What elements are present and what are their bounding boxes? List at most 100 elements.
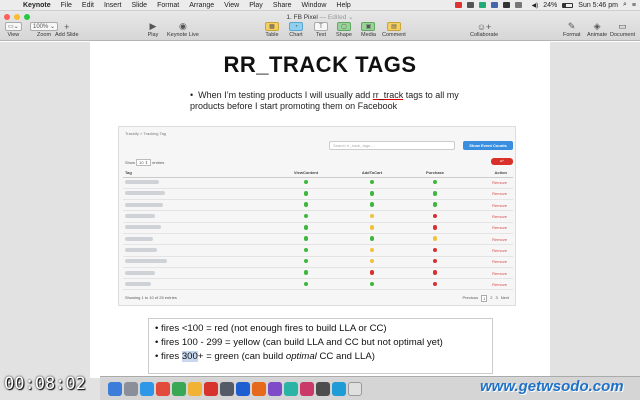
breadcrumb: Trackify > Tracking Tag <box>125 131 167 136</box>
notes-icon[interactable] <box>188 381 202 396</box>
comment-button[interactable]: ▤ Comment <box>382 22 406 38</box>
battery-icon[interactable] <box>562 2 574 8</box>
status-app-icon[interactable] <box>454 2 462 8</box>
zoom-button[interactable]: 100% ⌄ Zoom <box>30 22 59 38</box>
search-icon[interactable]: ⌕ <box>623 1 627 9</box>
text-button[interactable]: T Text <box>314 22 328 38</box>
document-button[interactable]: ▭ Document <box>610 21 635 38</box>
remove-link: Remove <box>465 278 513 291</box>
collaborate-button[interactable]: ☺+ Collaborate <box>470 22 498 39</box>
slide[interactable]: RR_TRACK TAGS • When I’m testing product… <box>90 42 550 378</box>
table-row: Remove <box>123 256 513 268</box>
launchpad-icon[interactable] <box>124 381 138 396</box>
embedded-screenshot[interactable]: Trackify > Tracking Tag Search rr_track_… <box>118 126 516 306</box>
tag-cell <box>123 222 273 234</box>
tag-cell <box>123 244 273 257</box>
menu-window[interactable]: Window <box>297 2 332 9</box>
menu-help[interactable]: Help <box>331 2 355 9</box>
slide-title[interactable]: RR_TRACK TAGS <box>90 52 550 78</box>
slide-bullet[interactable]: • When I’m testing products I will usual… <box>190 90 470 112</box>
table-button[interactable]: ▦ Table <box>265 22 279 38</box>
status-app-icon[interactable] <box>466 2 474 8</box>
col-purchase: Purchase <box>405 169 465 178</box>
finder-icon[interactable] <box>108 381 122 396</box>
chart-button[interactable]: ◔ Chart <box>289 22 303 38</box>
tag-cell <box>123 199 273 212</box>
menu-clock[interactable]: Sun 5:46 pm <box>578 2 618 9</box>
purchase-status-cell <box>405 210 465 223</box>
messages-icon[interactable] <box>172 381 186 396</box>
col-viewcontent: ViewContent <box>273 169 339 178</box>
chrome-icon[interactable] <box>156 381 170 396</box>
app-icon[interactable] <box>316 381 330 396</box>
app-icon[interactable] <box>268 381 282 396</box>
menu-play[interactable]: Play <box>244 2 268 9</box>
animate-button[interactable]: ◈ Animate <box>587 21 608 38</box>
menu-insert[interactable]: Insert <box>99 2 127 9</box>
text-icon: T <box>314 22 328 31</box>
table-row: Remove <box>123 278 513 291</box>
pager-page-1: 1 <box>481 295 488 302</box>
menu-arrange[interactable]: Arrange <box>184 2 219 9</box>
edited-indicator[interactable]: — Edited ⌄ <box>320 14 354 21</box>
chart-label: Chart <box>289 32 303 38</box>
media-button[interactable]: ▣ Media <box>361 22 376 38</box>
viewcontent-status-dot <box>303 191 309 196</box>
volume-icon[interactable]: ◀) <box>532 2 539 9</box>
photos-icon[interactable] <box>220 381 234 396</box>
purchase-status-dot <box>432 179 438 185</box>
status-app-icon[interactable] <box>478 2 486 8</box>
menu-file[interactable]: File <box>56 2 77 9</box>
calendar-icon[interactable] <box>204 381 218 396</box>
menu-view[interactable]: View <box>219 2 244 9</box>
animate-label: Animate <box>587 32 608 38</box>
keynote-icon[interactable] <box>236 381 250 396</box>
menu-share[interactable]: Share <box>268 2 297 9</box>
app-icon[interactable] <box>252 381 266 396</box>
purchase-status-cell <box>405 244 465 257</box>
rule-green-italic: optimal <box>285 351 317 362</box>
view-button[interactable]: ▭⌄ View <box>5 22 22 38</box>
list-icon[interactable]: ≡ <box>632 2 636 9</box>
status-app-icon[interactable] <box>514 2 522 8</box>
rule-red: • fires <100 = red (not enough fires to … <box>155 323 387 334</box>
page-size-control: Show 10 ⇕ entries <box>125 159 164 166</box>
status-app-icon[interactable] <box>490 2 498 8</box>
viewcontent-status-dot <box>303 179 309 185</box>
app-icon[interactable] <box>332 381 346 396</box>
app-icon[interactable] <box>300 381 314 396</box>
addtocart-status-cell <box>339 267 405 280</box>
play-button[interactable]: ▶ Play <box>146 21 160 38</box>
purchase-status-cell <box>405 177 465 189</box>
viewcontent-status-cell <box>273 278 339 291</box>
add-slide-button[interactable]: + Add Slide <box>55 22 79 39</box>
document-name[interactable]: 1. FB Pixel <box>286 14 317 21</box>
remove-link: Remove <box>465 177 513 189</box>
remove-link: Remove <box>465 256 513 268</box>
viewcontent-status-cell <box>273 256 339 268</box>
menu-slide[interactable]: Slide <box>126 2 152 9</box>
menu-edit[interactable]: Edit <box>77 2 99 9</box>
slide-canvas[interactable]: RR_TRACK TAGS • When I’m testing product… <box>0 42 640 400</box>
rules-textbox[interactable]: • fires <100 = red (not enough fires to … <box>148 318 493 374</box>
animate-icon: ◈ <box>593 21 601 31</box>
app-icon[interactable] <box>284 381 298 396</box>
blurred-tag-name <box>125 214 155 219</box>
purchase-status-cell <box>405 222 465 234</box>
viewcontent-status-dot <box>303 225 309 230</box>
shape-button[interactable]: ▢ Shape <box>336 22 352 38</box>
remove-link: Remove <box>465 188 513 201</box>
format-button[interactable]: ✎ Format <box>563 21 580 38</box>
trash-icon[interactable] <box>348 381 362 396</box>
menu-app[interactable]: Keynote <box>18 2 56 9</box>
blurred-tag-name <box>125 270 155 275</box>
addtocart-status-dot <box>369 191 375 196</box>
status-app-icon[interactable] <box>502 2 510 8</box>
keynote-live-button[interactable]: ◉ Keynote Live <box>167 21 199 38</box>
remove-link: Remove <box>465 267 513 280</box>
safari-icon[interactable] <box>140 381 154 396</box>
tag-cell <box>123 233 273 246</box>
chart-icon: ◔ <box>289 22 303 31</box>
menu-format[interactable]: Format <box>152 2 184 9</box>
addtocart-status-dot <box>369 247 375 253</box>
